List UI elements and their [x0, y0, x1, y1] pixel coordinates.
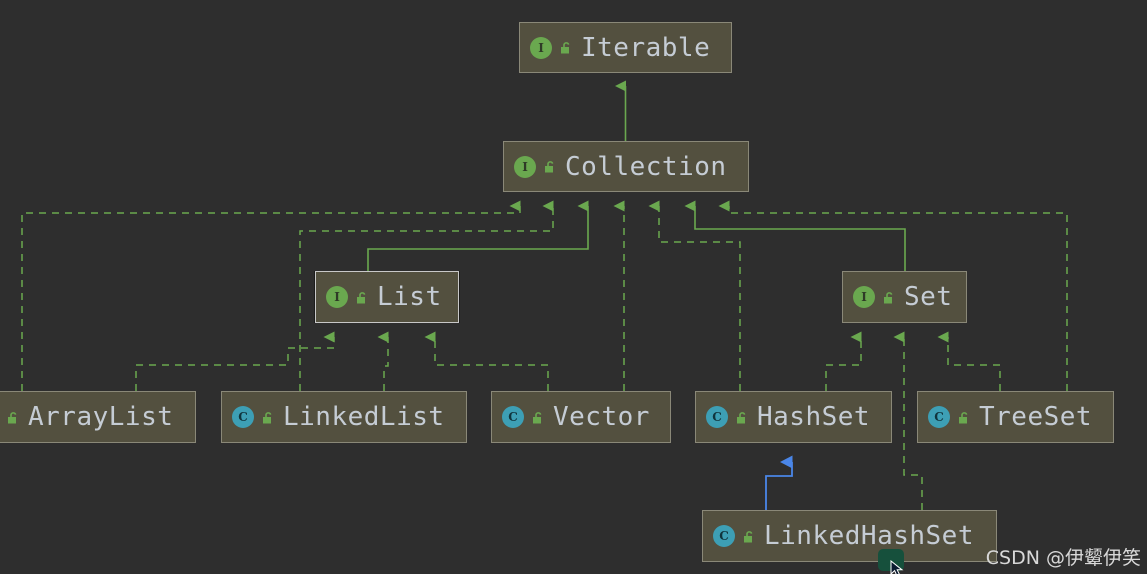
unlocked-padlock-icon [261, 410, 276, 425]
edge-layer [21, 80, 1068, 510]
interface-icon: I [853, 286, 875, 308]
edge-linkedlist-list [377, 331, 389, 391]
edge-list-collection [367, 200, 589, 271]
class-icon: C [706, 406, 728, 428]
interface-icon: I [514, 155, 536, 178]
edge-linkedhashset-hashset [765, 455, 793, 510]
interface-icon: I [326, 286, 348, 308]
node-label: Iterable [581, 32, 711, 63]
class-icon: C [928, 406, 950, 428]
unlocked-padlock-icon [735, 410, 750, 425]
node-label: Collection [565, 151, 727, 182]
node-label: TreeSet [979, 402, 1093, 432]
edge-hashset-collection [648, 200, 741, 391]
unlocked-padlock-icon [957, 410, 972, 425]
class-icon: C [232, 406, 254, 428]
class-icon: C [713, 525, 735, 547]
uml-node-set[interactable]: I Set [842, 271, 967, 323]
uml-diagram-canvas: I Iterable I Collection I List I Set Arr… [0, 0, 1147, 574]
class-icon: C [502, 406, 524, 428]
node-label: Vector [553, 402, 650, 432]
unlocked-padlock-icon [6, 410, 21, 425]
edge-treeset-set [937, 331, 1001, 391]
node-label: Set [904, 282, 953, 312]
node-label: ArrayList [28, 402, 174, 432]
interface-icon: I [530, 36, 552, 59]
unlocked-padlock-icon [559, 40, 574, 55]
edge-vector-list [424, 331, 549, 391]
unlocked-padlock-icon [882, 290, 897, 305]
node-label: HashSet [757, 402, 871, 432]
edge-set-collection [684, 200, 906, 271]
edge-hashset-set [825, 331, 862, 391]
node-label: LinkedHashSet [764, 521, 974, 551]
uml-node-iterable[interactable]: I Iterable [519, 22, 732, 73]
uml-node-hashset[interactable]: C HashSet [695, 391, 892, 443]
uml-node-treeset[interactable]: C TreeSet [917, 391, 1114, 443]
uml-node-collection[interactable]: I Collection [503, 141, 749, 192]
uml-node-linkedhashset[interactable]: C LinkedHashSet [702, 510, 997, 562]
unlocked-padlock-icon [742, 529, 757, 544]
mouse-cursor-icon [890, 560, 904, 574]
node-label: LinkedList [283, 402, 445, 432]
unlocked-padlock-icon [543, 159, 558, 174]
unlocked-padlock-icon [531, 410, 546, 425]
uml-node-arraylist[interactable]: C ArrayList [0, 391, 196, 443]
uml-node-vector[interactable]: C Vector [491, 391, 671, 443]
uml-node-linkedlist[interactable]: C LinkedList [221, 391, 467, 443]
unlocked-padlock-icon [355, 290, 370, 305]
watermark: CSDN @伊颦伊笑 [985, 547, 1141, 569]
edge-arraylist-list [135, 331, 335, 391]
node-label: List [377, 282, 442, 312]
uml-node-list[interactable]: I List [315, 271, 459, 323]
